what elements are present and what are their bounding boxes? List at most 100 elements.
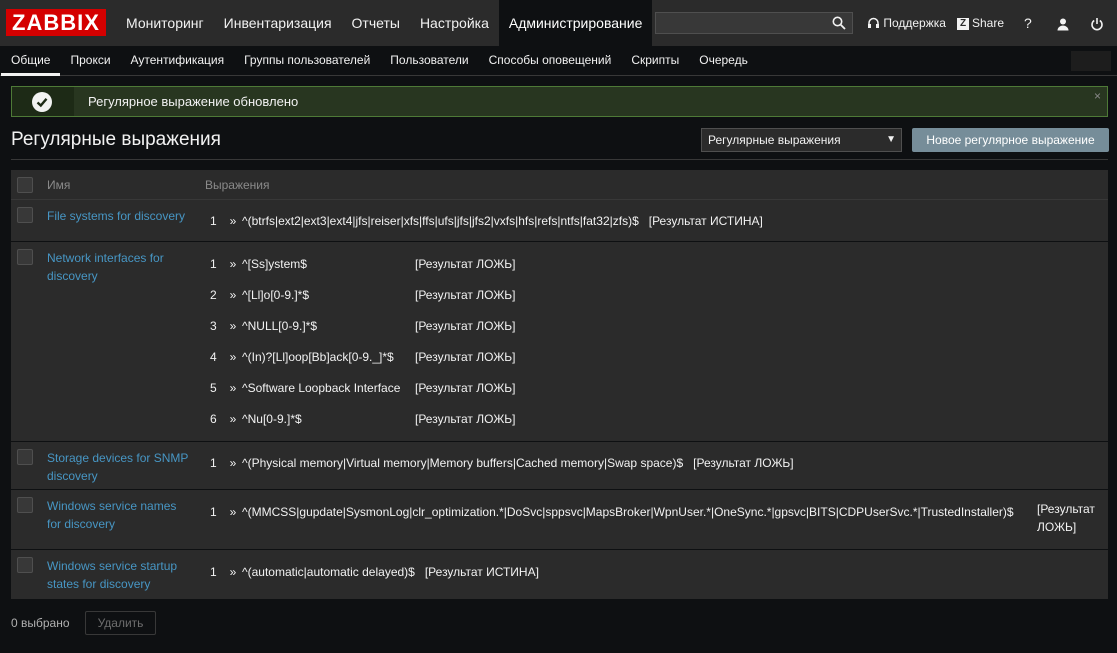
nav-reports[interactable]: Отчеты: [342, 0, 410, 46]
expression-text: ^(btrfs|ext2|ext3|ext4|jfs|reiser|xfs|ff…: [242, 214, 639, 228]
subnav-authentication[interactable]: Аутентификация: [121, 46, 235, 76]
subnav-user-groups[interactable]: Группы пользователей: [234, 46, 380, 76]
support-label: Поддержка: [883, 16, 946, 30]
expression-line: 3 » ^NULL[0-9.]*$: [210, 319, 317, 333]
sub-nav: Общие Прокси Аутентификация Группы польз…: [0, 46, 1117, 76]
header-divider: [11, 159, 1108, 160]
table-row: File systems for discovery 1 » ^(btrfs|ext…: [11, 200, 1108, 242]
message-icon-cell: [12, 87, 74, 116]
share-link[interactable]: Z Share: [957, 0, 1004, 46]
search-input[interactable]: [656, 13, 826, 33]
help-icon[interactable]: ?: [1024, 0, 1032, 46]
subnav-scripts[interactable]: Скрипты: [621, 46, 689, 76]
subnav-media-types[interactable]: Способы оповещений: [479, 46, 622, 76]
table-row: Windows service names for discovery 1 » ^(…: [11, 490, 1108, 550]
power-icon[interactable]: [1090, 0, 1104, 46]
row-checkbox[interactable]: [17, 557, 33, 573]
expression-line: 2 » ^[Ll]o[0-9.]*$: [210, 288, 309, 302]
arrow-glyph: »: [229, 505, 237, 519]
row-checkbox[interactable]: [17, 497, 33, 513]
subnav-users[interactable]: Пользователи: [380, 46, 478, 76]
nav-configuration[interactable]: Настройка: [410, 0, 499, 46]
arrow-glyph: »: [229, 288, 237, 302]
expression-text: ^(In)?[Ll]oop[Bb]ack[0-9._]*$: [242, 350, 394, 364]
regexp-table: Имя Выражения File systems for discovery…: [11, 170, 1108, 600]
header-name[interactable]: Имя: [47, 170, 70, 200]
header-expressions: Выражения: [205, 178, 270, 192]
top-bar: ZABBIX Мониторинг Инвентаризация Отчеты …: [0, 0, 1117, 46]
expression-text: ^(automatic|automatic delayed)$: [242, 565, 415, 579]
regexp-name-link[interactable]: Network interfaces for discovery: [47, 249, 197, 285]
arrow-glyph: »: [229, 381, 237, 395]
arrow-glyph: »: [229, 350, 237, 364]
close-icon[interactable]: ×: [1094, 89, 1101, 103]
arrow-glyph: »: [229, 214, 237, 228]
expression-text: ^[Ss]ystem$: [242, 257, 307, 271]
expression-line: 5 » ^Software Loopback Interface: [210, 381, 400, 395]
page-select[interactable]: Регулярные выражения ▼: [701, 128, 902, 152]
subnav-general[interactable]: Общие: [1, 46, 61, 76]
table-row: Network interfaces for discovery 1 » ^[Ss]…: [11, 242, 1108, 442]
selected-count: 0 выбрано: [11, 616, 70, 630]
regexp-name-link[interactable]: File systems for discovery: [47, 207, 197, 225]
expression-text: ^Nu[0-9.]*$: [242, 412, 302, 426]
share-label: Share: [972, 16, 1005, 30]
expression-result: [Результат ЛОЖЬ]: [415, 257, 516, 271]
expression-number: 4: [210, 350, 217, 364]
expression-result: [Результат ЛОЖЬ]: [1037, 502, 1095, 534]
expression-text: ^(MMCSS|gupdate|SysmonLog|clr_optimizati…: [242, 505, 1014, 519]
row-checkbox[interactable]: [17, 249, 33, 265]
expression-line: 1 » ^(Physical memory|Virtual memory|Memor…: [210, 456, 794, 470]
arrow-glyph: »: [229, 565, 237, 579]
subnav-proxies[interactable]: Прокси: [60, 46, 120, 76]
arrow-glyph: »: [229, 412, 237, 426]
expression-number: 5: [210, 381, 217, 395]
expression-line: 1 » ^(MMCSS|gupdate|SysmonLog|clr_optimiza…: [210, 505, 1014, 519]
expression-line: 1 » ^(automatic|automatic delayed)$ [Резуль…: [210, 565, 539, 579]
message-text: Регулярное выражение обновлено: [88, 94, 299, 109]
delete-button[interactable]: Удалить: [85, 611, 156, 635]
subnav-queue[interactable]: Очередь: [689, 46, 758, 76]
expression-text: ^(Physical memory|Virtual memory|Memory …: [242, 456, 684, 470]
user-icon[interactable]: [1056, 0, 1070, 46]
nav-monitoring[interactable]: Мониторинг: [116, 0, 214, 46]
expression-number: 6: [210, 412, 217, 426]
expression-text: ^Software Loopback Interface: [242, 381, 401, 395]
main-nav: Мониторинг Инвентаризация Отчеты Настрой…: [116, 0, 653, 46]
row-checkbox[interactable]: [17, 207, 33, 223]
expression-line: 1 » ^[Ss]ystem$: [210, 257, 307, 271]
chevron-down-icon: ▼: [886, 134, 896, 145]
new-regexp-button[interactable]: Новое регулярное выражение: [912, 128, 1109, 152]
expression-line: 4 » ^(In)?[Ll]oop[Bb]ack[0-9._]*$: [210, 350, 394, 364]
expression-result: [Результат ЛОЖЬ]: [415, 288, 516, 302]
regexp-name-link[interactable]: Windows service startup states for disco…: [47, 557, 192, 593]
expression-number: 3: [210, 319, 217, 333]
expression-text: ^NULL[0-9.]*$: [242, 319, 317, 333]
table-header: Имя Выражения: [11, 170, 1108, 200]
expression-result: [Результат ЛОЖЬ]: [415, 350, 516, 364]
select-all-checkbox[interactable]: [17, 177, 33, 193]
expression-result: [Результат ЛОЖЬ]: [415, 412, 516, 426]
table-row: Storage devices for SNMP discovery 1 » ^(P…: [11, 442, 1108, 490]
table-row: Windows service startup states for disco…: [11, 550, 1108, 600]
arrow-glyph: »: [229, 257, 237, 271]
nav-inventory[interactable]: Инвентаризация: [214, 0, 342, 46]
expression-number: 1: [210, 214, 217, 228]
expression-result: [Результат ИСТИНА]: [424, 565, 539, 579]
share-icon: Z: [957, 17, 969, 30]
regexp-name-link[interactable]: Storage devices for SNMP discovery: [47, 449, 202, 485]
search-box: [655, 12, 853, 34]
search-icon[interactable]: [832, 16, 846, 30]
expression-line: 1 » ^(btrfs|ext2|ext3|ext4|jfs|reiser|xfs|…: [210, 214, 763, 228]
row-checkbox[interactable]: [17, 449, 33, 465]
expression-line: 6 » ^Nu[0-9.]*$: [210, 412, 302, 426]
zabbix-logo[interactable]: ZABBIX: [6, 9, 106, 36]
regexp-name-link[interactable]: Windows service names for discovery: [47, 497, 192, 533]
support-link[interactable]: Поддержка: [867, 0, 946, 46]
expression-number: 1: [210, 565, 217, 579]
expression-text: ^[Ll]o[0-9.]*$: [242, 288, 310, 302]
nav-administration[interactable]: Администрирование: [498, 0, 653, 46]
expression-result: [Результат ЛОЖЬ]: [415, 381, 516, 395]
expression-result: [Результат ЛОЖЬ]: [693, 456, 794, 470]
expression-number: 1: [210, 257, 217, 271]
